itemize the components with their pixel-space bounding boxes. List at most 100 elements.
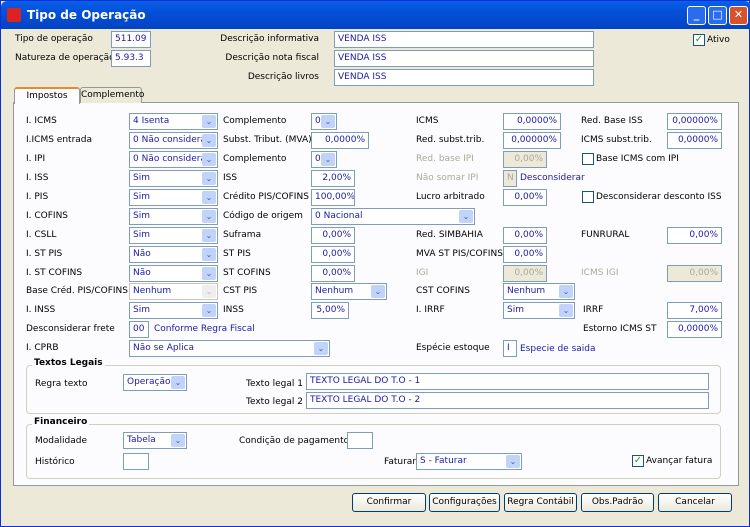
chevron-down-icon[interactable]: ⌄ bbox=[506, 455, 520, 468]
i-csll-label: I. CSLL bbox=[26, 230, 57, 240]
descricao-livros-input[interactable]: VENDA ISS bbox=[334, 69, 594, 86]
red-subst-input[interactable]: 0,00000% bbox=[503, 132, 561, 149]
chevron-down-icon[interactable]: ⌄ bbox=[321, 153, 335, 166]
i-pis-label: I. PIS bbox=[26, 192, 49, 202]
chevron-down-icon[interactable]: ⌄ bbox=[202, 153, 216, 166]
i-st-cofins-select[interactable]: Não ⌄ bbox=[129, 265, 218, 282]
chevron-down-icon[interactable]: ⌄ bbox=[202, 248, 216, 261]
tipo-operacao-input[interactable]: 511.09 bbox=[111, 31, 151, 48]
texto-legal-1-input[interactable]: TEXTO LEGAL DO T.O - 1 bbox=[306, 373, 709, 390]
i-cofins-select[interactable]: Sim ⌄ bbox=[129, 208, 218, 225]
cst-cofins-select[interactable]: Nenhum ⌄ bbox=[503, 283, 575, 300]
modalidade-select[interactable]: Tabela ⌄ bbox=[123, 432, 187, 449]
avancar-fatura-checkbox[interactable]: ✓ bbox=[632, 455, 644, 467]
regra-contabil-button[interactable]: Regra Contábil bbox=[504, 493, 577, 512]
i-csll-select[interactable]: Sim ⌄ bbox=[129, 227, 218, 244]
texto-legal-2-input[interactable]: TEXTO LEGAL DO T.O - 2 bbox=[306, 392, 709, 409]
chevron-down-icon[interactable]: ⌄ bbox=[202, 191, 216, 204]
red-iss-input[interactable]: 0,00000% bbox=[667, 113, 722, 130]
subst-input[interactable]: 0,0000% bbox=[311, 132, 369, 149]
funrural-input[interactable]: 0,00% bbox=[667, 227, 722, 244]
descricao-nota-fiscal-input[interactable]: VENDA ISS bbox=[334, 50, 594, 67]
st-pis-input[interactable]: 0,00% bbox=[311, 246, 355, 263]
suframa-input[interactable]: 0,00% bbox=[311, 227, 355, 244]
i-pis-select[interactable]: Sim ⌄ bbox=[129, 189, 218, 206]
chevron-down-icon[interactable]: ⌄ bbox=[559, 304, 573, 317]
window-title: Tipo de Operação bbox=[27, 8, 146, 22]
app-icon bbox=[7, 8, 21, 22]
red-simb-input[interactable]: 0,00% bbox=[503, 227, 547, 244]
desconsiderar-desconto-iss-label: Desconsiderar desconto ISS bbox=[596, 192, 722, 202]
chevron-down-icon[interactable]: ⌄ bbox=[559, 285, 573, 298]
chevron-down-icon[interactable]: ⌄ bbox=[171, 376, 185, 389]
obs-padrao-button[interactable]: Obs.Padrão bbox=[581, 493, 654, 512]
close-button[interactable]: ✕ bbox=[729, 6, 748, 25]
chevron-down-icon[interactable]: ⌄ bbox=[321, 115, 335, 128]
i-icms-ent-select[interactable]: 0 Não considera ⌄ bbox=[129, 132, 218, 149]
texto-legal-1-label: Texto legal 1 bbox=[246, 379, 303, 389]
chevron-down-icon[interactable]: ⌄ bbox=[202, 115, 216, 128]
chevron-down-icon[interactable]: ⌄ bbox=[202, 285, 216, 298]
compl1-select[interactable]: 0 ⌄ bbox=[311, 113, 337, 130]
especie-input[interactable]: I bbox=[503, 340, 517, 357]
chevron-down-icon[interactable]: ⌄ bbox=[202, 229, 216, 242]
inss-input[interactable]: 5,00% bbox=[311, 302, 349, 319]
cod-origem-select[interactable]: 0 Nacional ⌄ bbox=[311, 208, 475, 225]
ativo-checkbox[interactable]: ✓ bbox=[693, 34, 705, 46]
texto-legal-2-label: Texto legal 2 bbox=[246, 397, 303, 407]
i-inss-select[interactable]: Sim ⌄ bbox=[129, 302, 218, 319]
chevron-down-icon[interactable]: ⌄ bbox=[171, 434, 185, 447]
tab-complemento[interactable]: Complemento bbox=[80, 87, 144, 103]
chevron-down-icon[interactable]: ⌄ bbox=[202, 267, 216, 280]
modalidade-label: Modalidade bbox=[35, 436, 87, 446]
minimize-button[interactable]: _ bbox=[687, 6, 706, 25]
chevron-down-icon[interactable]: ⌄ bbox=[459, 210, 473, 223]
st-cofins-input[interactable]: 0,00% bbox=[311, 265, 355, 282]
icms-input[interactable]: 0,0000% bbox=[503, 113, 561, 130]
i-cprb-select[interactable]: Não se Aplica ⌄ bbox=[129, 340, 330, 357]
irrf-input[interactable]: 7,00% bbox=[667, 302, 722, 319]
i-st-pis-select[interactable]: Não ⌄ bbox=[129, 246, 218, 263]
iss-input[interactable]: 2,00% bbox=[311, 170, 355, 187]
i-ipi-select[interactable]: 0 Não considera ⌄ bbox=[129, 151, 218, 168]
condicao-pagamento-input[interactable] bbox=[347, 432, 373, 449]
desconsiderar-desconto-iss-checkbox[interactable] bbox=[582, 191, 594, 203]
natureza-operacao-input[interactable]: 5.93.3 bbox=[111, 50, 151, 67]
mva-st-input[interactable]: 0,00% bbox=[503, 246, 547, 263]
compl2-select[interactable]: 0 ⌄ bbox=[311, 151, 337, 168]
chevron-down-icon[interactable]: ⌄ bbox=[202, 304, 216, 317]
chevron-down-icon[interactable]: ⌄ bbox=[371, 285, 385, 298]
faturar-select[interactable]: S - Faturar ⌄ bbox=[416, 453, 522, 470]
base-cred-label: Base Créd. PIS/COFINS bbox=[26, 286, 129, 296]
desconsiderar-frete-input[interactable]: 00 bbox=[129, 321, 149, 338]
chevron-down-icon[interactable]: ⌄ bbox=[314, 342, 328, 355]
i-iss-select[interactable]: Sim ⌄ bbox=[129, 170, 218, 187]
cst-pis-select[interactable]: Nenhum ⌄ bbox=[311, 283, 387, 300]
estorno-input[interactable]: 0,0000% bbox=[667, 321, 722, 338]
configuracoes-button[interactable]: Configurações bbox=[429, 493, 500, 512]
igi-label: IGI bbox=[416, 268, 429, 278]
i-irrf-select[interactable]: Sim ⌄ bbox=[503, 302, 575, 319]
icms-subst-input[interactable]: 0,0000% bbox=[667, 132, 722, 149]
maximize-button[interactable]: □ bbox=[708, 6, 727, 25]
i-st-pis-label: I. ST PIS bbox=[26, 249, 63, 259]
base-icms-ipi-checkbox[interactable] bbox=[582, 153, 594, 165]
i-icms-select[interactable]: 4 Isenta ⌄ bbox=[129, 113, 218, 130]
cancelar-button[interactable]: Cancelar bbox=[658, 493, 732, 512]
red-simb-label: Red. SIMBAHIA bbox=[416, 230, 483, 240]
regra-texto-select[interactable]: Operação ⌄ bbox=[123, 374, 187, 391]
cred-pis-input[interactable]: 100,00% bbox=[311, 189, 355, 206]
i-irrf-label: I. IRRF bbox=[416, 305, 445, 315]
mva-st-label: MVA ST PIS/COFINS bbox=[416, 249, 503, 259]
lucro-input[interactable]: 0,00% bbox=[503, 189, 547, 206]
descricao-informativa-input[interactable]: VENDA ISS bbox=[334, 31, 594, 48]
nao-somar-ipi-description: Desconsiderar bbox=[520, 173, 585, 183]
historico-input[interactable] bbox=[123, 453, 149, 470]
checkmark-icon: ✓ bbox=[633, 455, 643, 466]
confirmar-button[interactable]: Confirmar bbox=[352, 493, 426, 512]
chevron-down-icon[interactable]: ⌄ bbox=[202, 210, 216, 223]
i-inss-label: I. INSS bbox=[26, 305, 56, 315]
chevron-down-icon[interactable]: ⌄ bbox=[202, 172, 216, 185]
tab-impostos[interactable]: Impostos bbox=[14, 87, 80, 104]
chevron-down-icon[interactable]: ⌄ bbox=[202, 134, 216, 147]
